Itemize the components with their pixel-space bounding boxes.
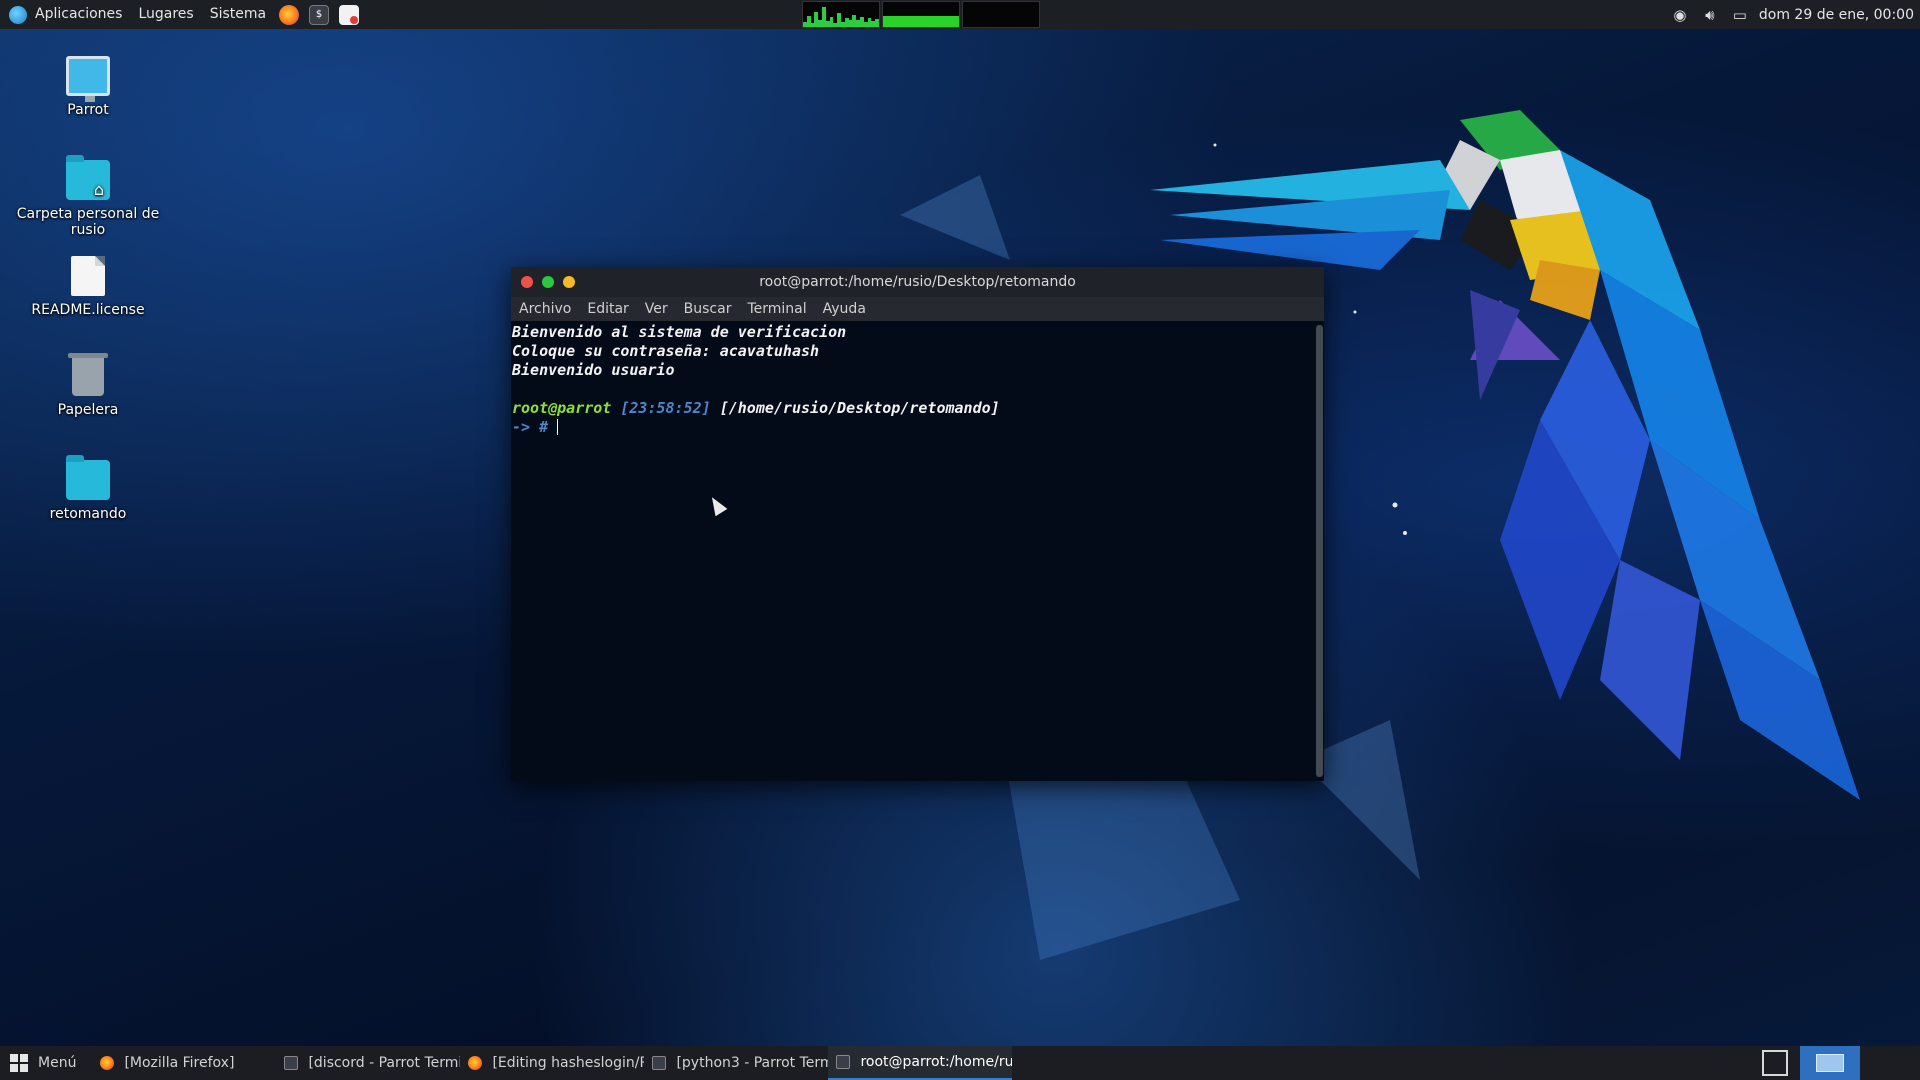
prompt-user: root@parrot [512, 399, 612, 417]
terminal-input-line[interactable]: -> # [512, 418, 1312, 437]
terminal-window[interactable]: root@parrot:/home/rusio/Desktop/retomand… [511, 267, 1324, 781]
screenshot-icon[interactable] [1762, 1050, 1788, 1076]
clock[interactable]: dom 29 de ene, 00:00 [1759, 7, 1916, 23]
terminal-prompt: root@parrot [23:58:52] [/home/rusio/Desk… [512, 399, 1312, 418]
discord-icon[interactable]: ◉ [1669, 6, 1691, 24]
firefox-icon [100, 1056, 115, 1070]
task-label: [python3 - Parrot Termi... [676, 1055, 829, 1071]
notification-icon[interactable]: ▭ [1729, 6, 1751, 24]
desktop-icon-trash[interactable]: Papelera [0, 353, 176, 418]
cpu-graph [802, 1, 880, 28]
desktop-icon-label: Papelera [57, 402, 119, 418]
task-editing-hasheslogin[interactable]: [Editing hasheslogin/RE... [460, 1046, 644, 1080]
parrot-logo-icon[interactable] [9, 5, 27, 24]
trash-icon [68, 353, 108, 396]
network-graph [962, 1, 1040, 28]
volume-icon[interactable]: 🔊︎ [1699, 6, 1721, 24]
close-button[interactable] [521, 276, 533, 288]
prompt-time: [23:58:52] [620, 399, 711, 417]
bottom-taskbar: Menú [Mozilla Firefox] [discord - Parrot… [0, 1046, 1920, 1080]
desktop-icon-label: retomando [49, 506, 127, 522]
desktop-icon-label: Parrot [67, 102, 109, 118]
terminal-launcher-icon[interactable]: $ [309, 4, 330, 25]
grid-menu-icon [10, 1054, 28, 1072]
firefox-icon [468, 1056, 483, 1070]
task-python3-terminal[interactable]: [python3 - Parrot Termi... [644, 1046, 828, 1080]
system-monitor[interactable] [802, 1, 1040, 28]
menu-ver[interactable]: Ver [637, 301, 676, 317]
menu-buscar[interactable]: Buscar [676, 301, 740, 317]
menu-editar[interactable]: Editar [579, 301, 636, 317]
menu-lugares[interactable]: Lugares [130, 0, 201, 29]
desktop-icon-retomando[interactable]: retomando [0, 455, 176, 522]
terminal-line: Coloque su contraseña: acavatuhash [512, 342, 820, 360]
firefox-launcher-icon[interactable] [279, 4, 300, 25]
menu-terminal[interactable]: Terminal [739, 301, 814, 317]
text-cursor [557, 419, 559, 435]
text-editor-launcher-icon[interactable] [339, 4, 360, 25]
desktop-icon-label: README.license [31, 302, 145, 318]
menu-archivo[interactable]: Archivo [511, 301, 579, 317]
window-titlebar[interactable]: root@parrot:/home/rusio/Desktop/retomand… [511, 267, 1324, 297]
file-icon [71, 256, 105, 296]
system-tray: ◉ 🔊︎ ▭ dom 29 de ene, 00:00 [1669, 0, 1916, 29]
desktop-icon-parrot[interactable]: Parrot [0, 56, 176, 118]
task-firefox[interactable]: [Mozilla Firefox] [92, 1046, 276, 1080]
desktop-icon-home-folder[interactable]: Carpeta personal de rusio [0, 155, 176, 238]
memory-graph [882, 1, 960, 28]
window-title: root@parrot:/home/rusio/Desktop/retomand… [759, 274, 1076, 290]
prompt-arrow: -> # [512, 418, 549, 436]
task-label: root@parrot:/home/rusi... [860, 1054, 1012, 1070]
terminal-scrollbar[interactable] [1316, 325, 1323, 777]
menu-aplicaciones[interactable]: Aplicaciones [27, 0, 130, 29]
workspace-switcher-1[interactable] [1800, 1046, 1860, 1080]
computer-icon [66, 56, 110, 102]
folder-icon [66, 455, 110, 500]
task-label: [Editing hasheslogin/RE... [492, 1055, 645, 1071]
minimize-button[interactable] [563, 276, 575, 288]
workspace-switcher-2[interactable] [1860, 1046, 1920, 1080]
menu-sistema[interactable]: Sistema [202, 0, 274, 29]
taskbar-right [1762, 1046, 1920, 1080]
terminal-output[interactable]: Bienvenido al sistema de verificacion Co… [511, 321, 1324, 781]
menu-label: Menú [38, 1055, 77, 1071]
task-root-terminal[interactable]: root@parrot:/home/rusi... [828, 1046, 1013, 1080]
home-folder-icon [66, 155, 110, 200]
terminal-icon [652, 1056, 667, 1070]
top-panel: Aplicaciones Lugares Sistema $ ◉ 🔊︎ ▭ do… [0, 0, 1920, 29]
maximize-button[interactable] [542, 276, 554, 288]
terminal-line: Bienvenido al sistema de verificacion [512, 323, 847, 341]
desktop-icon-readme[interactable]: README.license [0, 256, 176, 318]
terminal-icon [284, 1056, 299, 1070]
task-label: [Mozilla Firefox] [124, 1055, 235, 1071]
terminal-menubar: Archivo Editar Ver Buscar Terminal Ayuda [511, 297, 1324, 321]
menu-ayuda[interactable]: Ayuda [815, 301, 874, 317]
task-label: [discord - Parrot Termi... [308, 1055, 461, 1071]
terminal-line: Bienvenido usuario [512, 361, 675, 379]
task-discord-terminal[interactable]: [discord - Parrot Termi... [276, 1046, 460, 1080]
start-menu-button[interactable]: Menú [0, 1046, 86, 1080]
desktop-icon-label: Carpeta personal de rusio [16, 206, 160, 238]
terminal-icon [836, 1055, 851, 1069]
prompt-path: [/home/rusio/Desktop/retomando] [719, 399, 1000, 417]
